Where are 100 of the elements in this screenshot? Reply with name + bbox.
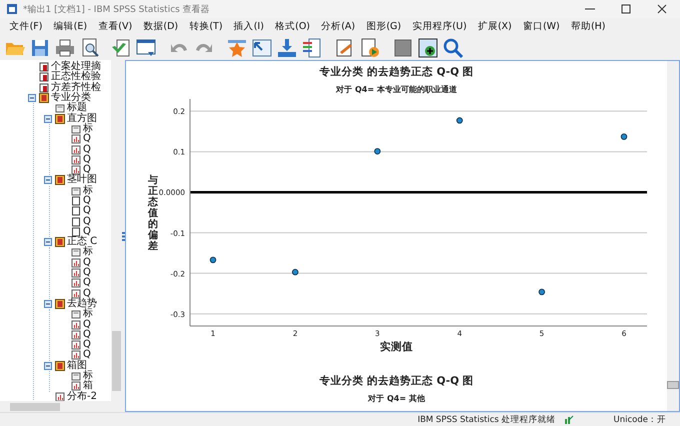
- menu-item[interactable]: 帮助(H): [565, 20, 612, 33]
- outline-item[interactable]: 分布-2: [67, 392, 97, 401]
- chart-page-icon: [71, 258, 81, 268]
- chart-page-icon: [71, 350, 81, 360]
- chart-page-icon: [71, 165, 81, 176]
- chart-title: 专业分类 的去趋势正态 Q-Q 图: [319, 374, 474, 388]
- outline-item[interactable]: Q: [83, 350, 91, 360]
- outline-item[interactable]: 标题: [67, 103, 87, 114]
- page-icon: [71, 196, 81, 206]
- chart-page-icon: [71, 134, 81, 144]
- menu-item[interactable]: 分析(A): [316, 20, 361, 33]
- menu-item[interactable]: 编辑(E): [48, 20, 93, 33]
- outline-item[interactable]: Q: [83, 206, 91, 216]
- menu-item[interactable]: 插入(I): [228, 20, 270, 33]
- outline-item[interactable]: 方差齐性检: [51, 82, 101, 93]
- outline-item[interactable]: 正态 C: [67, 237, 98, 248]
- chart-icon: [564, 414, 574, 424]
- chart-page-icon: [71, 288, 81, 299]
- outline-item[interactable]: Q: [83, 134, 91, 144]
- app-icon: [6, 3, 18, 15]
- outline-item[interactable]: 箱图: [67, 360, 87, 371]
- splitter-grip-icon[interactable]: [122, 232, 125, 240]
- maximize-icon[interactable]: [621, 4, 631, 14]
- collapse-icon[interactable]: [44, 300, 52, 308]
- outline-item[interactable]: Q: [83, 340, 91, 350]
- outline-item[interactable]: Q: [83, 258, 91, 268]
- outline-item[interactable]: 茎叶图: [67, 175, 97, 186]
- menu-item[interactable]: 实用程序(U): [406, 20, 472, 33]
- export-icon[interactable]: [110, 36, 132, 58]
- menu-item[interactable]: 查看(V): [92, 20, 138, 33]
- menu-item[interactable]: 扩展(X): [472, 20, 518, 33]
- page-icon: [71, 309, 81, 320]
- outline-item[interactable]: 去趋势: [67, 298, 97, 309]
- close-icon[interactable]: [657, 4, 667, 14]
- book-icon: [55, 298, 65, 309]
- vertical-scrollbar[interactable]: [667, 61, 679, 411]
- page-icon: [71, 371, 81, 382]
- menu-item[interactable]: 窗口(W): [517, 20, 566, 33]
- outline-item[interactable]: Q: [83, 226, 91, 237]
- insert-variable-icon[interactable]: [276, 36, 298, 58]
- outline-item[interactable]: 标: [83, 371, 93, 382]
- outline-item[interactable]: Q: [83, 196, 91, 206]
- window-icon[interactable]: [135, 36, 157, 58]
- outline-item[interactable]: 标: [83, 247, 93, 258]
- outline-item[interactable]: 正态性检验: [51, 72, 101, 82]
- page-icon: [71, 124, 81, 134]
- chart-page-icon: [71, 340, 81, 350]
- book-icon: [39, 93, 49, 104]
- collapse-icon[interactable]: [44, 176, 52, 184]
- chart-subtitle: 对于 Q4= 本专业可能的职业通道: [336, 84, 457, 95]
- chart-page-icon: [71, 278, 81, 288]
- outline-item[interactable]: 标: [83, 186, 93, 196]
- chart-page-icon: [71, 268, 81, 278]
- outline-item[interactable]: Q: [83, 144, 91, 155]
- book-icon: [55, 175, 65, 186]
- page-icon: [55, 103, 65, 114]
- case-list-icon[interactable]: [301, 36, 323, 58]
- outline-item[interactable]: Q: [83, 288, 91, 299]
- outline-item[interactable]: Q: [83, 330, 91, 340]
- chart-page-icon: [71, 330, 81, 340]
- outline-item[interactable]: Q: [83, 154, 91, 165]
- table-book-icon: [39, 72, 49, 82]
- outline-item[interactable]: 直方图: [67, 114, 97, 124]
- outline-item[interactable]: Q: [83, 278, 91, 288]
- chart-title: 专业分类 的去趋势正态 Q-Q 图: [319, 65, 474, 79]
- document-play-icon[interactable]: [359, 36, 381, 58]
- outline-item[interactable]: Q: [83, 216, 91, 227]
- outline-item[interactable]: 标: [83, 309, 93, 320]
- collapse-icon[interactable]: [44, 238, 52, 246]
- page-icon: [71, 226, 81, 237]
- outline-item[interactable]: Q: [83, 165, 91, 176]
- axis-title: 实测值: [380, 340, 413, 354]
- horizontal-scrollbar[interactable]: [0, 401, 122, 412]
- outline-item[interactable]: 标: [83, 124, 93, 134]
- chart-page-icon: [55, 392, 65, 401]
- collapse-icon[interactable]: [44, 114, 52, 123]
- book-icon: [55, 114, 65, 124]
- page-icon: [71, 216, 81, 227]
- outline-item[interactable]: 箱: [83, 381, 93, 392]
- outline-item[interactable]: Q: [83, 268, 91, 278]
- menu-item[interactable]: 图形(G): [360, 20, 407, 33]
- outline-item[interactable]: 专业分类: [51, 93, 91, 104]
- collapse-icon[interactable]: [44, 362, 52, 370]
- search-icon[interactable]: [442, 36, 464, 58]
- image-add-icon[interactable]: [417, 36, 439, 58]
- chart-page-icon: [71, 320, 81, 330]
- status-message: IBM SPSS Statistics 处理程序就绪: [418, 414, 556, 426]
- table-book-icon: [39, 82, 49, 93]
- outline-item[interactable]: Q: [83, 320, 91, 330]
- menu-item[interactable]: 文件(F): [4, 20, 48, 33]
- page-icon: [71, 206, 81, 216]
- menu-item[interactable]: 格式(O): [270, 20, 316, 33]
- menu-item[interactable]: 转换(T): [184, 20, 228, 33]
- chart-page-icon: [71, 381, 81, 392]
- chart-page-icon: [71, 144, 81, 155]
- printer-icon[interactable]: [54, 36, 76, 58]
- menu-item[interactable]: 数据(D): [138, 20, 184, 33]
- axis-title: 与正态值的偏差: [148, 175, 158, 252]
- square-icon[interactable]: [392, 36, 414, 58]
- collapse-icon[interactable]: [28, 94, 36, 102]
